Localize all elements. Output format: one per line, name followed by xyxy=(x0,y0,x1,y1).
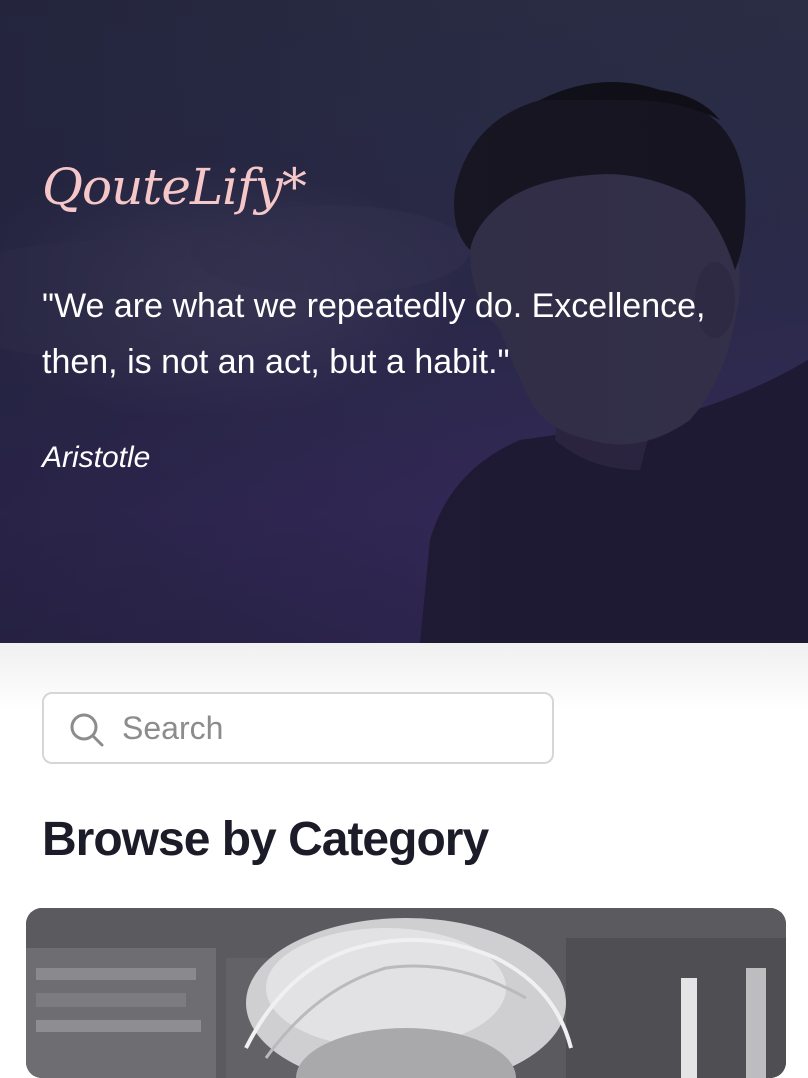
search-icon xyxy=(70,713,104,747)
search-input[interactable] xyxy=(122,706,532,750)
featured-quote-text: "We are what we repeatedly do. Excellenc… xyxy=(42,287,706,381)
category-card[interactable] xyxy=(26,908,786,1078)
hero-banner: QouteLify* "We are what we repeatedly do… xyxy=(0,0,808,643)
app-logo[interactable]: QouteLify* xyxy=(42,158,307,216)
browse-by-category-heading: Browse by Category xyxy=(42,813,489,866)
category-card-photo xyxy=(26,908,786,1078)
featured-quote-author: Aristotle xyxy=(42,441,151,474)
search-bar[interactable] xyxy=(42,692,554,764)
